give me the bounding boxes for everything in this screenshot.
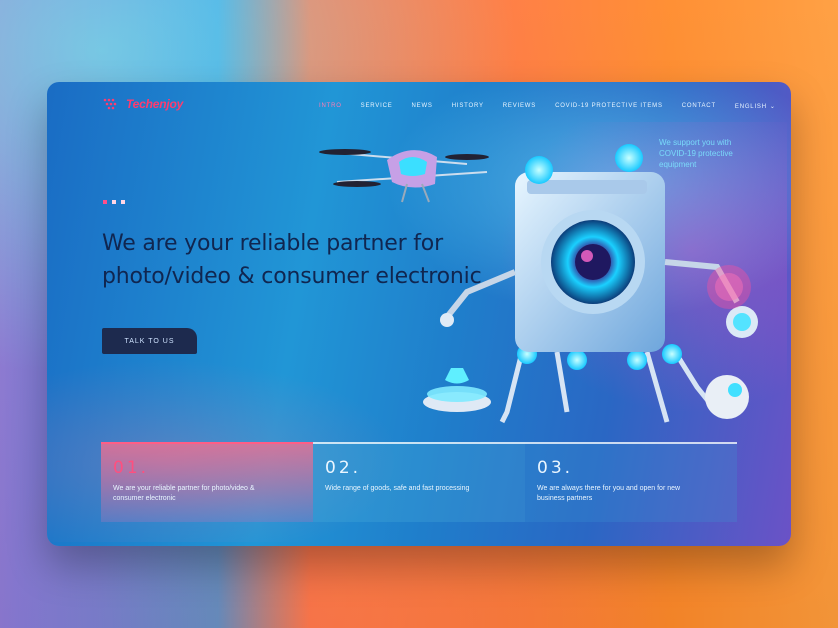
card-text: We are always there for you and open for… xyxy=(537,485,681,502)
main-nav: INTRO SERVICE NEWS HISTORY REVIEWS COVID… xyxy=(319,103,791,110)
logo-mark-icon xyxy=(103,98,117,110)
chevron-down-icon: ⌄ xyxy=(769,104,776,110)
language-label: ENGLISH xyxy=(734,104,767,110)
feature-card[interactable]: 01. We are your reliable partner for pho… xyxy=(101,442,313,522)
slider-dot[interactable] xyxy=(112,200,116,204)
drone-icon xyxy=(319,149,489,203)
language-selector[interactable]: ENGLISH ⌄ xyxy=(735,103,776,110)
talk-to-us-button[interactable]: TALK TO US xyxy=(102,328,197,354)
card-number: 02. xyxy=(325,458,362,478)
hero-title: We are your reliable partner for photo/v… xyxy=(102,230,482,289)
nav-item-reviews[interactable]: REVIEWS xyxy=(503,103,536,110)
covid-callout: We support you with COVID-19 protective … xyxy=(659,138,733,169)
slider-dot[interactable] xyxy=(121,200,125,204)
nav-item-service[interactable]: SERVICE xyxy=(361,103,393,110)
virus-hologram-icon xyxy=(707,265,751,309)
logo[interactable]: Techenjoy xyxy=(102,97,183,111)
feature-card[interactable]: 03. We are always there for you and open… xyxy=(525,442,737,522)
logo-text: Techenjoy xyxy=(126,97,184,111)
card-text: Wide range of goods, safe and fast proce… xyxy=(325,485,470,492)
slider-dots xyxy=(103,200,125,204)
nav-item-news[interactable]: NEWS xyxy=(412,103,433,110)
slider-dot-active[interactable] xyxy=(103,200,107,204)
card-number: 01. xyxy=(113,458,150,478)
nav-item-history[interactable]: HISTORY xyxy=(452,103,484,110)
feature-cards: 01. We are your reliable partner for pho… xyxy=(101,442,737,522)
nav-item-intro[interactable]: INTRO xyxy=(319,103,342,110)
nav-item-covid[interactable]: COVID-19 PROTECTIVE ITEMS xyxy=(555,103,663,110)
website-window: Techenjoy INTRO SERVICE NEWS HISTORY REV… xyxy=(47,82,791,546)
card-text: We are your reliable partner for photo/v… xyxy=(113,485,255,502)
feature-card[interactable]: 02. Wide range of goods, safe and fast p… xyxy=(313,442,525,522)
card-number: 03. xyxy=(537,458,574,478)
nav-item-contact[interactable]: CONTACT xyxy=(682,103,716,110)
